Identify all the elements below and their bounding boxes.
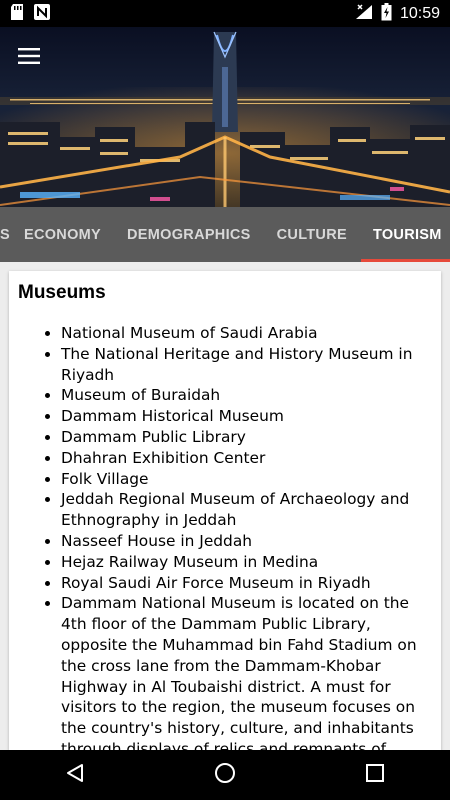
back-button[interactable] xyxy=(50,750,100,800)
list-item: Hejaz Railway Museum in Medina xyxy=(61,552,431,573)
header-image xyxy=(0,27,450,207)
tab-label: CULTURE xyxy=(276,226,347,243)
tab-label: ECONOMY xyxy=(23,226,102,243)
tab-partial[interactable]: S xyxy=(0,207,10,262)
tab-economy[interactable]: ECONOMY xyxy=(24,207,101,262)
home-button[interactable] xyxy=(200,750,250,800)
museum-list: National Museum of Saudi Arabia The Nati… xyxy=(9,323,441,751)
recents-icon xyxy=(366,764,384,786)
content-card: Museums National Museum of Saudi Arabia … xyxy=(9,271,441,751)
list-item: Dammam Public Library xyxy=(61,427,431,448)
list-item: Nasseef House in Jeddah xyxy=(61,531,431,552)
navigation-bar xyxy=(0,750,450,800)
list-item: Royal Saudi Air Force Museum in Riyadh xyxy=(61,573,431,594)
sd-card-icon xyxy=(10,3,24,24)
status-bar: 10:59 xyxy=(0,0,450,27)
list-item: National Museum of Saudi Arabia xyxy=(61,323,431,344)
tab-demographics[interactable]: DEMOGRAPHICS xyxy=(127,207,251,262)
recents-button[interactable] xyxy=(350,750,400,800)
tab-label: TOURISM xyxy=(372,226,442,243)
riyadh-skyline-image xyxy=(0,27,450,207)
list-item: Museum of Buraidah xyxy=(61,385,431,406)
signal-icon xyxy=(355,3,373,24)
list-item: Dammam National Museum is located on the… xyxy=(61,593,431,751)
list-item: Folk Village xyxy=(61,469,431,490)
menu-button[interactable] xyxy=(14,43,44,69)
list-item: Jeddah Regional Museum of Archaeology an… xyxy=(61,489,431,531)
section-title: Museums xyxy=(18,282,106,303)
back-icon xyxy=(65,763,85,787)
list-item: Dhahran Exhibition Center xyxy=(61,448,431,469)
tab-label: DEMOGRAPHICS xyxy=(127,226,251,243)
tab-tourism[interactable]: TOURISM xyxy=(360,207,450,262)
status-time: 10:59 xyxy=(399,4,440,22)
list-item: Dammam Historical Museum xyxy=(61,406,431,427)
tab-label: S xyxy=(0,226,10,243)
battery-charging-icon xyxy=(381,2,392,25)
list-item: The National Heritage and History Museum… xyxy=(61,344,431,386)
n-notification-icon xyxy=(34,3,50,24)
home-icon xyxy=(214,762,236,788)
tab-bar: S ECONOMY DEMOGRAPHICS CULTURE TOURISM xyxy=(0,207,450,262)
tab-culture[interactable]: CULTURE xyxy=(277,207,347,262)
hamburger-menu-icon xyxy=(18,48,40,64)
